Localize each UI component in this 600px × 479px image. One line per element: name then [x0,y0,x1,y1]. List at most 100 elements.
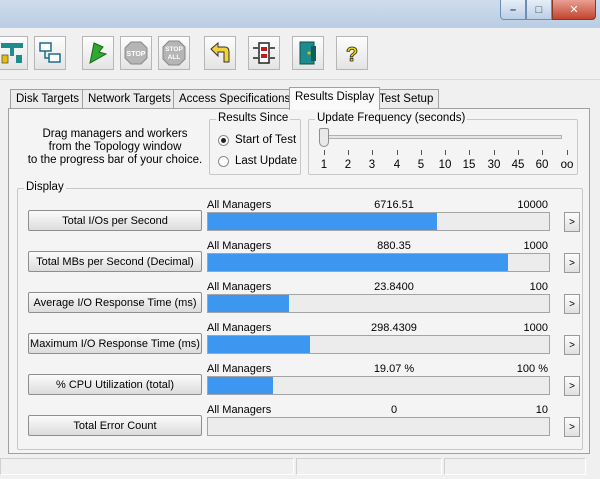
frequency-tick [469,150,470,155]
radio-last-update[interactable]: Last Update [218,155,297,167]
radio-start-of-test-label: Start of Test [235,134,297,146]
metric-source-label: All Managers [207,199,272,211]
update-frequency-track [326,135,562,139]
metric-button[interactable]: % CPU Utilization (total) [28,374,202,395]
frequency-tick-label: 1 [320,159,328,171]
green-flag-icon [89,42,108,64]
frequency-tick [494,150,495,155]
radio-start-of-test-dot[interactable] [218,134,229,146]
metric-button[interactable]: Total I/Os per Second [28,210,202,231]
stop-all-icon: STOP ALL [162,40,186,66]
metric-progress-bar[interactable] [207,294,550,313]
metric-progress-bar[interactable] [207,253,550,272]
frequency-tick [445,150,446,155]
frequency-tick-label: 15 [462,159,476,171]
hint-line-1: Drag managers and workers [42,128,188,140]
tab-network-targets[interactable]: Network Targets [82,89,177,109]
results-display-panel: Drag managers and workers from the Topol… [8,108,590,454]
metric-progress-fill [208,254,509,271]
metric-more-button[interactable]: > [564,417,580,437]
reset-arrow-icon [210,41,230,63]
stop-sign-icon: STOP [124,41,148,65]
metric-more-button[interactable]: > [564,294,580,314]
metric-value: 19.07 % [373,363,415,375]
metric-value: 23.8400 [374,281,414,293]
metric-more-button[interactable]: > [564,253,580,273]
metric-source-label: All Managers [207,404,272,416]
maximize-button[interactable]: □ [526,0,552,20]
metric-max: 10 [535,404,548,416]
help-button[interactable]: ? [336,36,368,70]
topology-icon [1,43,23,64]
tab-test-setup[interactable]: Test Setup [373,89,440,109]
results-since-title: Results Since [216,112,291,124]
display-group: Display Total I/Os per Second All Manager… [17,181,583,450]
tab-disk-targets[interactable]: Disk Targets [10,89,86,109]
start-tests-button[interactable] [82,36,114,70]
radio-start-of-test[interactable]: Start of Test [218,134,296,146]
metric-max: 100 [529,281,548,293]
metric-button[interactable]: Total Error Count [28,415,202,436]
metric-progress-fill [208,295,290,312]
frequency-tick [372,150,373,155]
results-since-group: Results Since Start of Test Last Update [209,112,301,175]
update-frequency-slider[interactable] [319,128,329,147]
window-controls: – □ ✕ [500,0,596,20]
metric-source-label: All Managers [207,363,272,375]
metric-value: 0 [390,404,398,416]
frequency-tick [397,150,398,155]
minimize-button[interactable]: – [500,0,526,20]
help-icon: ? [345,44,358,66]
radio-last-update-dot[interactable] [218,155,229,167]
metric-more-button[interactable]: > [564,335,580,355]
status-cell-3 [444,458,586,475]
reset-workers-button[interactable] [204,36,236,70]
frequency-tick [567,150,568,155]
frequency-tick-label: 60 [535,159,549,171]
new-manager-button[interactable] [34,36,66,70]
close-button[interactable]: ✕ [552,0,596,20]
metric-progress-bar[interactable] [207,376,550,395]
metric-value: 6716.51 [374,199,414,211]
frequency-tick [518,150,519,155]
disk-test-button[interactable] [248,36,280,70]
metric-progress-bar[interactable] [207,212,550,231]
metric-more-button[interactable]: > [564,212,580,232]
status-cell-2 [296,458,442,475]
stop-all-button[interactable]: STOP ALL [158,36,190,70]
drag-hint: Drag managers and workers from the Topol… [25,128,205,167]
metric-source-label: All Managers [207,322,272,334]
frequency-tick-label: 3 [368,159,376,171]
metric-button[interactable]: Total MBs per Second (Decimal) [28,251,202,272]
metric-button[interactable]: Maximum I/O Response Time (ms) [28,333,202,354]
radio-last-update-label: Last Update [235,155,298,167]
frequency-tick [324,150,325,155]
metric-more-button[interactable]: > [564,376,580,396]
frequency-tick [542,150,543,155]
metric-value: 880.35 [377,240,411,252]
metric-progress-bar[interactable] [207,417,550,436]
status-bar [0,454,600,479]
frequency-tick-label: 30 [487,159,501,171]
metric-max: 1000 [523,240,548,252]
frequency-tick-label: 5 [417,159,425,171]
frequency-tick [348,150,349,155]
metric-source-label: All Managers [207,281,272,293]
tab-results-display[interactable]: Results Display [289,87,381,110]
disk-icon [253,42,275,64]
metric-progress-bar[interactable] [207,335,550,354]
frequency-tick-label: 45 [511,159,525,171]
metric-button[interactable]: Average I/O Response Time (ms) [28,292,202,313]
metric-max: 10000 [517,199,548,211]
stop-button[interactable]: STOP [120,36,152,70]
tab-access-specifications[interactable]: Access Specifications [173,89,297,109]
topology-button[interactable] [0,36,28,70]
frequency-tick-label: 2 [344,159,352,171]
hint-line-2: from the Topology window [48,141,182,153]
exit-button[interactable] [292,36,324,70]
display-title: Display [24,181,66,193]
toolbar: STOP STOP ALL ? [0,28,600,80]
update-frequency-title: Update Frequency (seconds) [315,112,468,124]
stop-all-label-bottom: ALL [168,54,181,61]
stop-label: STOP [127,51,146,58]
